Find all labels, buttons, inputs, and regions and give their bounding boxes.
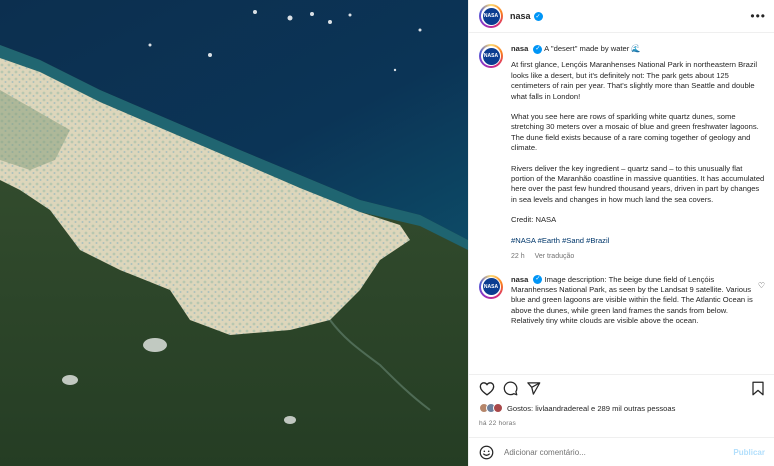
caption-time: 22 h (511, 253, 525, 261)
post-details-pane: NASA nasa ✓ ••• NASA nasa ✓ A "desert" m… (468, 0, 774, 466)
caption-hashtags[interactable]: #NASA #Earth #Sand #Brazil (511, 236, 767, 246)
emoji-smiley-icon[interactable] (479, 445, 494, 460)
caption-meta: 22 h Ver tradução (511, 252, 767, 262)
author-username[interactable]: nasa (510, 11, 531, 21)
caption-avatar[interactable]: NASA (479, 44, 503, 68)
caption-paragraph: Rivers deliver the key ingredient – quar… (511, 163, 765, 204)
satellite-image (0, 0, 468, 466)
post-caption: NASA nasa ✓ A "desert" made by water 🌊 A… (479, 44, 767, 263)
publish-button[interactable]: Publicar (733, 448, 765, 457)
likes-summary[interactable]: Gostos: livlaandradereal e 289 mil outra… (479, 403, 675, 413)
comment-bubble-icon[interactable] (503, 381, 518, 396)
caption-username[interactable]: nasa (511, 44, 528, 53)
nasa-logo-icon: NASA (482, 7, 500, 25)
verified-badge-icon: ✓ (533, 11, 543, 21)
like-comment-heart-icon[interactable]: ♡ (758, 281, 765, 290)
caption-title: A "desert" made by water 🌊 (544, 44, 641, 53)
comment-text: Image description: The beige dune field … (511, 274, 753, 326)
post-timestamp: há 22 horas (479, 420, 517, 427)
more-options-icon[interactable]: ••• (750, 10, 766, 22)
caption-paragraph: At first glance, Lençóis Maranhenses Nat… (511, 60, 758, 101)
nasa-logo-icon: NASA (482, 47, 500, 65)
post-image[interactable] (0, 0, 468, 466)
author-avatar[interactable]: NASA (479, 4, 503, 28)
nasa-logo-icon: NASA (482, 278, 500, 295)
liker-avatar (493, 403, 503, 413)
share-paper-plane-icon[interactable] (526, 381, 541, 396)
comments-section[interactable]: NASA nasa ✓ A "desert" made by water 🌊 A… (469, 34, 774, 372)
like-heart-icon[interactable] (479, 381, 495, 396)
save-bookmark-icon[interactable] (751, 381, 765, 396)
post-actions-bar (469, 374, 774, 402)
verified-badge-icon: ✓ (533, 275, 543, 284)
caption-credit: Credit: NASA (511, 215, 557, 225)
liker-avatars (479, 403, 503, 413)
comment-avatar[interactable]: NASA (479, 274, 503, 299)
comment-username[interactable]: nasa (511, 275, 528, 284)
verified-badge-icon: ✓ (533, 44, 543, 54)
comment-input[interactable] (504, 447, 734, 457)
see-translation-link[interactable]: Ver tradução (535, 253, 575, 260)
likes-text: Gostos: livlaandradereal e 289 mil outra… (507, 403, 676, 413)
comment-item: NASA nasa ✓ Image description: The beige… (479, 274, 767, 327)
post-header: NASA nasa ✓ ••• (469, 0, 774, 33)
add-comment-bar: Publicar (469, 437, 774, 466)
caption-paragraph: What you see here are rows of sparkling … (511, 112, 759, 153)
